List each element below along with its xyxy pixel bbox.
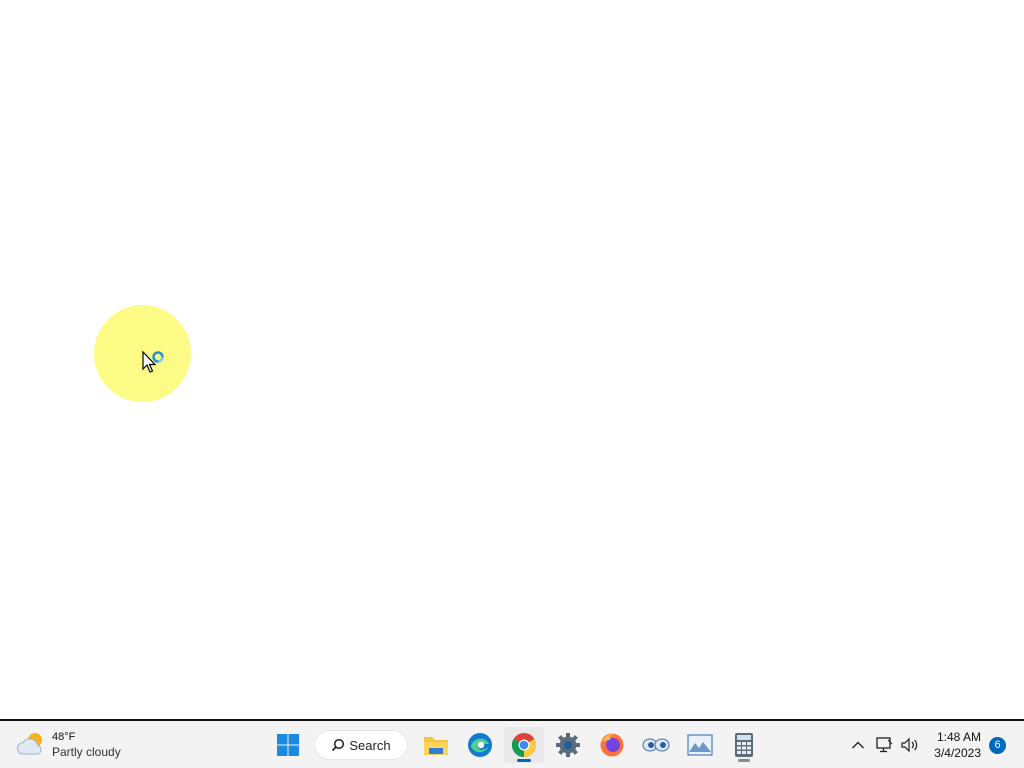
weather-condition: Partly cloudy <box>52 745 121 759</box>
busy-cursor-icon <box>142 351 164 373</box>
search-icon <box>332 738 345 752</box>
system-tray: 1:48 AM 3/4/2023 6 <box>846 727 1024 763</box>
search-label: Search <box>349 737 391 753</box>
taskbar-calculator[interactable] <box>724 727 764 763</box>
chevron-up-icon <box>852 741 865 749</box>
partly-cloudy-icon <box>16 733 42 755</box>
search-button[interactable]: Search <box>314 730 408 760</box>
folder-icon <box>424 737 448 755</box>
running-indicator <box>517 759 531 762</box>
taskbar-chrome[interactable] <box>504 727 544 763</box>
taskbar: 48°F Partly cloudy Search 1:48 AM 3/4/20… <box>0 719 1024 768</box>
show-hidden-icons-button[interactable] <box>846 730 870 760</box>
network-button[interactable] <box>872 730 896 760</box>
network-icon <box>876 737 893 753</box>
edge-icon <box>468 733 492 757</box>
windows-logo-icon <box>277 734 299 756</box>
taskbar-photos[interactable] <box>680 727 720 763</box>
clock-time: 1:48 AM <box>936 730 981 744</box>
firefox-icon <box>600 733 624 757</box>
eyes-icon <box>642 738 670 752</box>
taskbar-eyes-app[interactable] <box>636 727 676 763</box>
volume-button[interactable] <box>898 730 922 760</box>
clock-date: 3/4/2023 <box>934 746 981 760</box>
clock[interactable]: 1:48 AM 3/4/2023 <box>934 729 981 761</box>
taskbar-edge[interactable] <box>460 727 500 763</box>
desktop[interactable] <box>0 0 1024 719</box>
weather-widget[interactable]: 48°F Partly cloudy <box>14 727 134 763</box>
notification-badge[interactable]: 6 <box>989 736 1006 754</box>
image-icon <box>687 734 713 756</box>
taskbar-file-explorer[interactable] <box>416 727 456 763</box>
running-indicator <box>738 759 750 762</box>
chrome-icon <box>511 733 537 757</box>
taskbar-center: Search <box>268 727 768 763</box>
weather-temperature: 48°F <box>52 731 76 743</box>
gear-icon <box>556 733 580 757</box>
start-button[interactable] <box>268 727 308 763</box>
taskbar-settings[interactable] <box>548 727 588 763</box>
taskbar-firefox[interactable] <box>592 727 632 763</box>
speaker-icon <box>901 737 918 753</box>
calculator-icon <box>735 733 753 757</box>
